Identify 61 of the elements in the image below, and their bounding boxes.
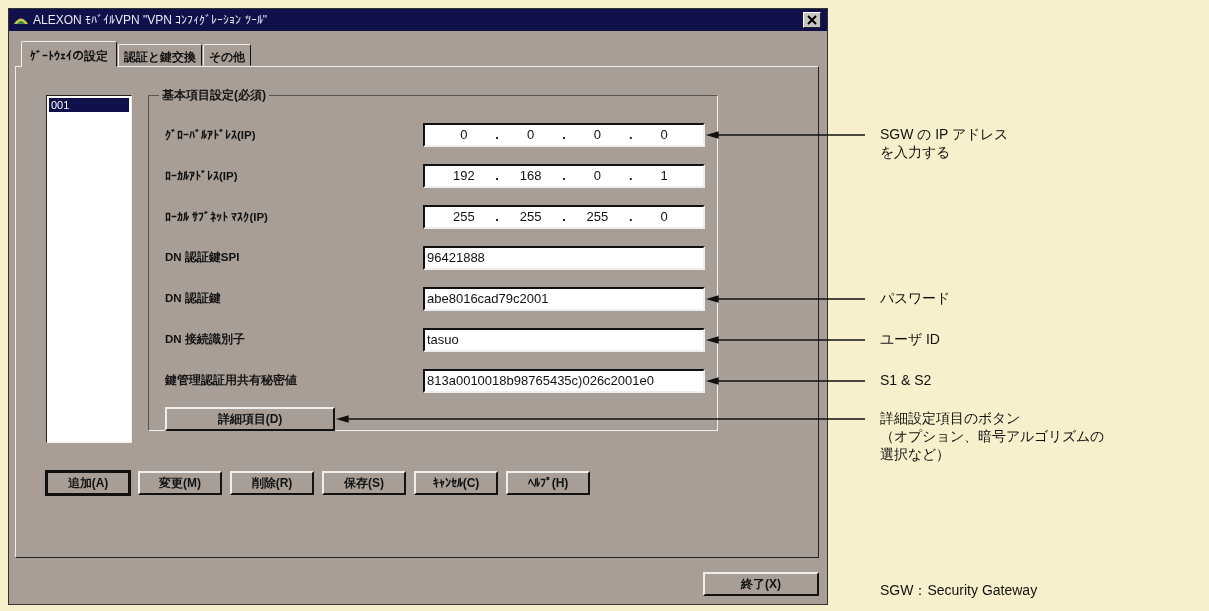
dot-separator: . (495, 209, 499, 224)
octet: 168 (518, 168, 543, 183)
dot-separator: . (628, 209, 633, 224)
tab[interactable]: ｹﾞｰﾄｳｪｲの設定 (21, 41, 117, 67)
octet: 255 (451, 209, 476, 224)
field-label: DN 認証鍵 (165, 291, 221, 306)
octet: 0 (659, 127, 669, 142)
close-icon (807, 15, 817, 25)
octet: 0 (592, 168, 602, 183)
octet: 1 (659, 168, 669, 183)
close-button[interactable] (803, 12, 821, 28)
input-field[interactable]: abe8016cad79c2001 (423, 286, 705, 311)
tab[interactable]: 認証と鍵交換 (118, 44, 202, 66)
octet: 255 (518, 209, 543, 224)
annotation-text: ユーザ ID (880, 329, 940, 348)
octet: 0 (525, 127, 536, 142)
annotation-text: （オプション、暗号アルゴリズムの (880, 427, 1104, 445)
annotation-text: SGW の IP アドレス (880, 124, 1009, 143)
ip-address-field[interactable]: 0 . 0 . 0 . 0 (423, 122, 705, 147)
octet: 255 (585, 209, 610, 224)
octet: 192 (451, 168, 476, 183)
dot-separator: . (562, 168, 566, 183)
group-title: 基本項目設定(必須) (159, 87, 269, 104)
dot-separator: . (495, 127, 499, 142)
input-field[interactable]: 813a0010018b98765435c)026c2001e0 (423, 368, 705, 393)
dot-separator: . (495, 168, 499, 183)
ip-address-field[interactable]: 192 . 168 . 0 . 1 (423, 163, 705, 188)
tab[interactable]: その他 (203, 44, 251, 66)
list-item[interactable]: 001 (49, 98, 129, 112)
dot-separator: . (628, 127, 633, 142)
gateway-list[interactable]: 001 (46, 95, 132, 443)
field-label: ﾛｰｶﾙ ｻﾌﾞﾈｯﾄ ﾏｽｸ(IP) (165, 210, 268, 223)
dot-separator: . (562, 127, 566, 142)
action-button[interactable]: ｷｬﾝｾﾙ(C) (414, 471, 498, 495)
annotation-text: 詳細設定項目のボタン (880, 409, 1020, 427)
annotation-text: パスワード (880, 288, 950, 307)
exit-button[interactable]: 終了(X) (703, 572, 819, 596)
octet: 0 (592, 127, 602, 142)
field-label: DN 接続識別子 (165, 332, 245, 347)
annotation-text: S1 & S2 (880, 370, 932, 389)
field-label: 鍵管理認証用共有秘密値 (165, 373, 297, 388)
detail-button[interactable]: 詳細項目(D) (165, 407, 335, 431)
window-title: ALEXON ﾓﾊﾞｲﾙVPN "VPN ｺﾝﾌｨｸﾞﾚｰｼｮﾝ ﾂｰﾙ" (33, 13, 268, 27)
input-field[interactable]: 96421888 (423, 245, 705, 270)
annotation-text: 選択など） (880, 445, 950, 463)
action-button[interactable]: 追加(A) (46, 471, 130, 495)
action-button[interactable]: 変更(M) (138, 471, 222, 495)
octet: 0 (459, 127, 469, 142)
field-label: ｸﾞﾛｰﾊﾞﾙｱﾄﾞﾚｽ(IP) (165, 128, 256, 141)
ip-address-field[interactable]: 255 . 255 . 255 . 0 (423, 204, 705, 229)
input-field[interactable]: tasuo (423, 327, 705, 352)
field-label: DN 認証鍵SPI (165, 250, 240, 265)
annotation-text: を入力する (880, 142, 950, 161)
dot-separator: . (562, 209, 566, 224)
action-button[interactable]: ﾍﾙﾌﾟ(H) (506, 471, 590, 495)
action-button[interactable]: 保存(S) (322, 471, 406, 495)
action-button[interactable]: 削除(R) (230, 471, 314, 495)
footnote: SGW：Security Gateway (880, 582, 1038, 600)
field-label: ﾛｰｶﾙｱﾄﾞﾚｽ(IP) (165, 169, 238, 182)
octet: 0 (659, 209, 669, 224)
dot-separator: . (628, 168, 633, 183)
